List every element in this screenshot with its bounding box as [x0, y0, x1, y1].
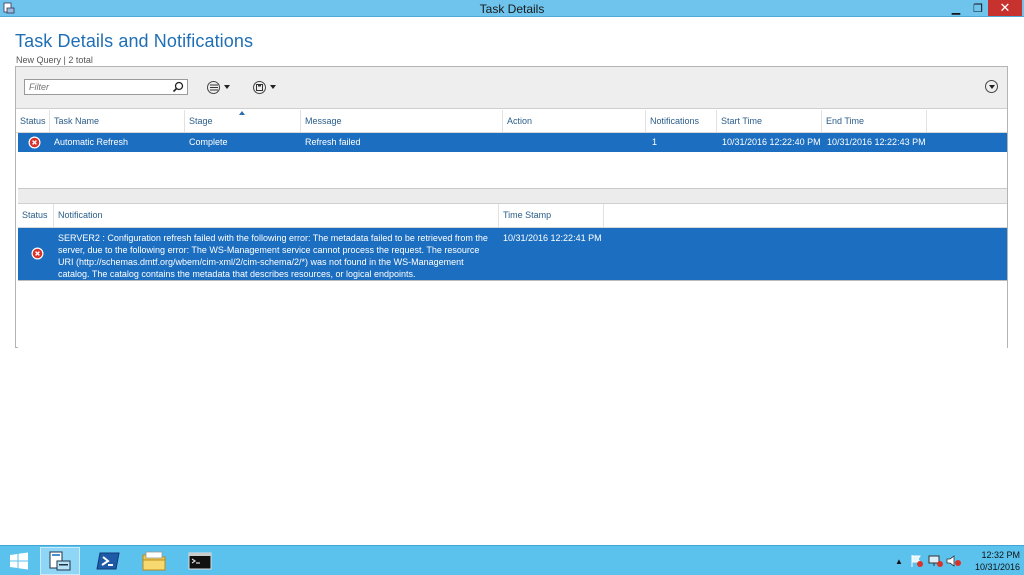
taskbar-command-prompt[interactable] [180, 547, 220, 575]
expand-collapse-button[interactable] [985, 80, 998, 93]
taskbar-clock[interactable]: 12:32 PM 10/31/2016 [962, 549, 1020, 573]
taskbar-server-manager[interactable] [40, 547, 80, 575]
stage-cell: Complete [189, 137, 228, 147]
save-icon [253, 80, 266, 94]
tray-network-icon[interactable] [928, 553, 944, 569]
tray-volume-icon[interactable] [946, 553, 962, 569]
notifications-cell: 1 [652, 137, 658, 147]
column-header-status[interactable]: Status [16, 110, 50, 132]
list-options-icon [207, 80, 220, 94]
chevron-up-icon: ▲ [895, 556, 903, 566]
clock-time: 12:32 PM [981, 550, 1020, 560]
show-hidden-icons-button[interactable]: ▲ [895, 553, 903, 569]
close-button[interactable]: ✕ [988, 0, 1022, 16]
window-title-bar: Task Details ▁ ❐ ✕ [0, 0, 1024, 17]
column-header-notification[interactable]: Notification [54, 204, 499, 227]
page-title: Task Details and Notifications [15, 31, 254, 51]
notifications-grid-header: Status Notification Time Stamp [18, 204, 1007, 228]
powershell-icon [96, 552, 120, 570]
notification-message: SERVER2 : Configuration refresh failed w… [58, 233, 488, 279]
notification-row[interactable]: SERVER2 : Configuration refresh failed w… [18, 228, 1007, 280]
minimize-button[interactable]: ▁ [945, 0, 967, 16]
column-header-notifications[interactable]: Notifications [646, 110, 717, 132]
task-name-cell: Automatic Refresh [54, 137, 129, 147]
notifications-pane: Status Notification Time Stamp SERVER2 :… [18, 188, 1007, 348]
chevron-down-icon [224, 85, 230, 89]
start-time-cell: 10/31/2016 12:22:40 PM [722, 137, 821, 147]
filter-box [24, 79, 188, 95]
volume-muted-icon [946, 555, 961, 567]
action-center-flag-icon [911, 555, 923, 567]
start-button[interactable] [4, 547, 34, 575]
taskbar-file-explorer[interactable] [134, 547, 174, 575]
taskbar: ▲ 12:32 PM 10/31/2016 [0, 545, 1024, 575]
filter-input[interactable] [25, 80, 165, 94]
server-manager-icon [49, 551, 71, 571]
restore-icon: ❐ [973, 2, 983, 15]
column-header-end-time[interactable]: End Time [822, 110, 927, 132]
clock-date: 10/31/2016 [974, 562, 1020, 572]
notifications-toolbar [18, 189, 1007, 204]
column-header-action[interactable]: Action [503, 110, 646, 132]
task-grid-header: Status Task Name Stage Message Action No… [16, 110, 1007, 133]
command-prompt-icon [188, 552, 212, 570]
column-header-time-stamp[interactable]: Time Stamp [499, 204, 604, 227]
taskbar-powershell[interactable] [88, 547, 128, 575]
chevron-down-icon [988, 84, 995, 89]
filter-toolbar [16, 67, 1007, 109]
sort-ascending-icon [239, 111, 245, 115]
tray-flag-icon[interactable] [910, 553, 924, 569]
maximize-button[interactable]: ❐ [968, 0, 988, 16]
close-icon: ✕ [999, 0, 1011, 15]
notification-timestamp: 10/31/2016 12:22:41 PM [503, 233, 602, 243]
error-icon [28, 136, 41, 149]
file-explorer-icon [142, 551, 166, 571]
chevron-down-icon [270, 85, 276, 89]
task-pane: Status Task Name Stage Message Action No… [15, 66, 1008, 348]
column-header-task-name[interactable]: Task Name [50, 110, 185, 132]
message-cell: Refresh failed [305, 137, 361, 147]
query-summary: New Query | 2 total [16, 55, 93, 65]
network-error-icon [928, 555, 943, 567]
table-row[interactable]: Automatic Refresh Complete Refresh faile… [18, 133, 1007, 152]
column-header-start-time[interactable]: Start Time [717, 110, 822, 132]
notifications-empty-area [18, 280, 1007, 349]
error-icon [31, 247, 44, 260]
minimize-icon: ▁ [951, 2, 961, 15]
save-query-button[interactable] [253, 79, 276, 95]
column-header-notification-status[interactable]: Status [18, 204, 54, 227]
column-header-message[interactable]: Message [301, 110, 503, 132]
search-icon[interactable] [172, 81, 184, 93]
action-cell [503, 133, 507, 152]
start-icon [10, 552, 28, 570]
query-options-button[interactable] [207, 79, 230, 95]
window-title: Task Details [479, 2, 545, 16]
end-time-cell: 10/31/2016 12:22:43 PM [827, 137, 926, 147]
